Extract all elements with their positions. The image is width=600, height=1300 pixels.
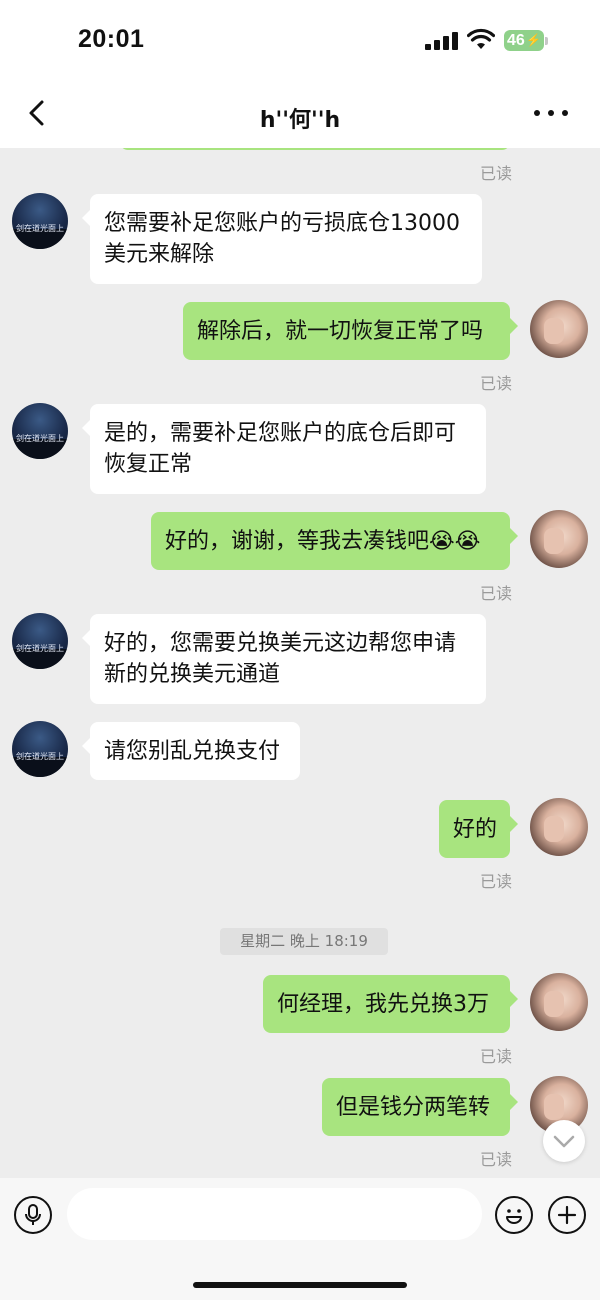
read-receipt: 已读 [479, 1047, 512, 1066]
message-bubble-incoming[interactable]: 您需要补足您账户的亏损底仓13000 美元来解除 [82, 194, 482, 284]
user-avatar[interactable] [530, 798, 588, 856]
read-receipt: 已读 [479, 1150, 512, 1169]
plus-circle-icon [557, 1205, 577, 1225]
status-bar: 20:01 46 ⚡ [0, 0, 600, 80]
contact-avatar[interactable]: 剑在道光面上 [12, 613, 68, 669]
user-avatar[interactable] [530, 973, 588, 1031]
message-bubble-incoming[interactable]: 请您别乱兑换支付 [82, 722, 300, 780]
status-time: 20:01 [78, 25, 145, 53]
smiley-icon [506, 1209, 522, 1224]
message-bubble-outgoing[interactable]: 何经理，我先兑换3万 [263, 975, 518, 1033]
message-bubble-incoming[interactable]: 是的，需要补足您账户的底仓后即可 恢复正常 [82, 404, 486, 494]
message-list[interactable]: 已读 剑在道光面上 您需要补足您账户的亏损底仓13000 美元来解除 解除后，就… [0, 148, 600, 1178]
message-bubble-outgoing[interactable]: 好的 [439, 800, 518, 858]
message-bubble-incoming[interactable]: 好的，您需要兑换美元这边帮您申请 新的兑换美元通道 [82, 614, 486, 704]
message-bubble-outgoing[interactable]: 好的，谢谢，等我去凑钱吧😭😭 [151, 512, 518, 570]
nav-bar: h''何''h [0, 80, 600, 148]
chevron-left-icon[interactable] [24, 98, 50, 128]
battery-level: 46 [507, 32, 525, 49]
read-receipt: 已读 [479, 164, 512, 183]
contact-avatar[interactable]: 剑在道光面上 [12, 721, 68, 777]
message-bubble-outgoing[interactable]: 解除后，就一切恢复正常了吗 [183, 302, 518, 360]
user-avatar[interactable] [530, 510, 588, 568]
chevron-down-icon [553, 1135, 575, 1148]
add-button[interactable] [548, 1196, 586, 1234]
ellipsis-icon[interactable] [534, 110, 568, 118]
scroll-to-bottom-button[interactable] [543, 1120, 585, 1162]
message-bubble-outgoing[interactable]: 但是钱分两笔转 [322, 1078, 518, 1136]
chat-title: h''何''h [259, 108, 341, 133]
emoji-button[interactable] [495, 1196, 533, 1234]
read-receipt: 已读 [479, 374, 512, 393]
read-receipt: 已读 [479, 872, 512, 891]
message-bubble-outgoing[interactable] [120, 148, 510, 150]
wifi-icon [467, 28, 495, 49]
voice-button[interactable] [14, 1196, 52, 1234]
home-indicator [193, 1282, 407, 1288]
microphone-icon [25, 1204, 41, 1225]
timestamp-divider: 星期二 晚上 18:19 [220, 928, 388, 955]
battery-icon: 46 ⚡ [504, 30, 544, 51]
cellular-signal-icon [425, 32, 459, 50]
read-receipt: 已读 [479, 584, 512, 603]
message-input[interactable] [67, 1188, 482, 1240]
user-avatar[interactable] [530, 300, 588, 358]
contact-avatar[interactable]: 剑在道光面上 [12, 193, 68, 249]
contact-avatar[interactable]: 剑在道光面上 [12, 403, 68, 459]
